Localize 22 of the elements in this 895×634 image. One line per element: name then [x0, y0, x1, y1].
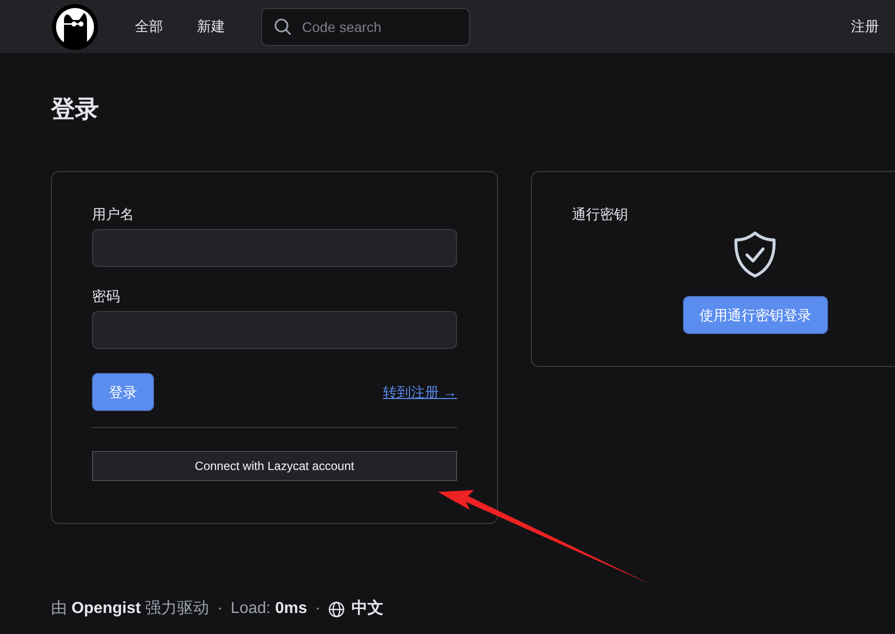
logo-icon[interactable]	[51, 2, 99, 50]
nav-link[interactable]: 全部	[135, 16, 163, 37]
register-link[interactable]: 注册	[851, 16, 879, 37]
field-label: 密码	[92, 287, 121, 305]
register-link[interactable]: 转到注册 →	[383, 382, 457, 402]
brand-link[interactable]: Opengist	[71, 600, 141, 617]
separator: ·	[315, 599, 320, 619]
separator: ·	[217, 599, 223, 619]
input-field[interactable]	[92, 311, 457, 349]
load-time: Load: 0ms	[230, 599, 308, 619]
search-icon	[274, 18, 292, 36]
shield-check-icon	[732, 230, 778, 278]
footer-credit: 由 Opengist 强力驱动	[51, 598, 210, 619]
nav-link[interactable]: 新建	[197, 16, 225, 37]
input-field[interactable]	[92, 229, 457, 267]
oauth-button[interactable]: Connect with Lazycat account	[92, 451, 457, 481]
field-label: 用户名	[92, 205, 135, 223]
search-field[interactable]: Code search	[261, 8, 470, 46]
language-link[interactable]: 中文	[351, 597, 384, 621]
page-title: 登录	[51, 95, 100, 125]
globe-icon	[328, 600, 346, 618]
passkey-title: 通行密钥	[572, 205, 629, 223]
